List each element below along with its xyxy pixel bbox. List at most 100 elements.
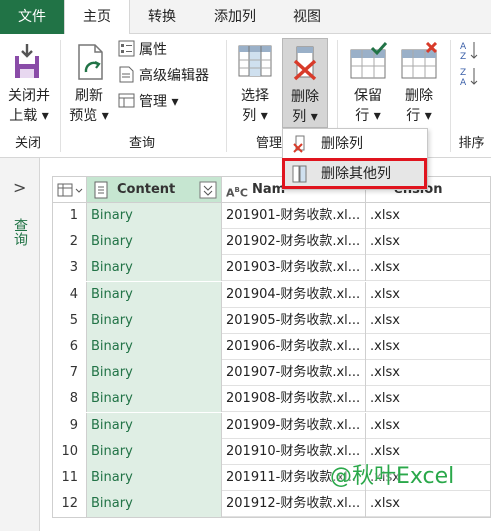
refresh-icon	[69, 42, 109, 82]
cell-name[interactable]: 201902-财务收款.xl...	[222, 229, 366, 256]
close-and-load-button[interactable]: 关闭并 上载 ▾	[2, 42, 56, 126]
group-label-query: 查询	[128, 136, 155, 151]
cell-name[interactable]: 201903-财务收款.xl...	[222, 255, 366, 282]
cell-content[interactable]: Binary	[87, 307, 222, 334]
close-load-icon	[9, 42, 49, 82]
row-number: 2	[53, 229, 87, 256]
tab-file[interactable]: 文件	[0, 0, 64, 34]
table-row[interactable]: 8 Binary 201908-财务收款.xl... .xlsx	[53, 386, 490, 413]
properties-button[interactable]: 属性	[118, 40, 167, 62]
close-load-label-1: 关闭并	[8, 88, 50, 104]
remove-columns-icon	[285, 43, 325, 83]
row-number: 3	[53, 255, 87, 282]
column-header-content[interactable]: Content	[87, 177, 222, 203]
keep-rows-label-2: 行 ▾	[355, 108, 381, 124]
menu-item-remove-columns[interactable]: 删除列	[285, 131, 425, 157]
table-row[interactable]: 3 Binary 201903-财务收款.xl... .xlsx	[53, 255, 490, 282]
cell-name[interactable]: 201907-财务收款.xl...	[222, 360, 366, 387]
cell-name[interactable]: 201909-财务收款.xl...	[222, 412, 366, 439]
queries-pane[interactable]: > 查询	[0, 158, 40, 531]
svg-text:A: A	[460, 42, 467, 52]
cell-name[interactable]: 201912-财务收款.xl...	[222, 491, 366, 518]
cell-extension[interactable]: .xlsx	[366, 491, 490, 517]
cell-extension[interactable]: .xlsx	[366, 229, 490, 255]
cell-extension[interactable]: .xlsx	[366, 203, 490, 229]
cell-content[interactable]: Binary	[87, 386, 222, 413]
choose-columns-icon	[235, 42, 275, 82]
sort-descending-button[interactable]: ZA	[460, 66, 484, 88]
choose-columns-button[interactable]: 选择 列 ▾	[230, 42, 280, 126]
remove-rows-button[interactable]: 删除 行 ▾	[394, 41, 444, 126]
cell-content[interactable]: Binary	[87, 491, 222, 518]
tab-home[interactable]: 主页	[64, 0, 130, 35]
table-menu-header[interactable]	[53, 177, 87, 203]
table-row[interactable]: 7 Binary 201907-财务收款.xl... .xlsx	[53, 360, 490, 387]
cell-extension[interactable]: .xlsx	[366, 334, 490, 360]
tab-transform[interactable]: 转换	[130, 0, 194, 34]
chevron-right-icon[interactable]: >	[13, 178, 26, 197]
cell-content[interactable]: Binary	[87, 465, 222, 491]
cell-name[interactable]: 201904-财务收款.xl...	[222, 281, 366, 308]
cell-name[interactable]: 201908-财务收款.xl...	[222, 386, 366, 413]
tab-add-column[interactable]: 添加列	[194, 0, 276, 34]
sort-ascending-icon: AZ	[460, 40, 478, 62]
cell-content[interactable]: Binary	[87, 203, 222, 229]
ribbon-tab-bar: 文件 主页 转换 添加列 视图	[0, 0, 491, 35]
row-number: 5	[53, 307, 87, 334]
cell-extension[interactable]: .xlsx	[366, 255, 490, 281]
table-row[interactable]: 9 Binary 201909-财务收款.xl... .xlsx	[53, 412, 490, 439]
remove-cols-label-1: 删除	[291, 89, 319, 105]
tab-view[interactable]: 视图	[276, 0, 338, 34]
cell-extension[interactable]: .xlsx	[366, 413, 490, 439]
keep-rows-label-1: 保留	[354, 88, 382, 104]
cell-name[interactable]: 201906-财务收款.xl...	[222, 334, 366, 360]
svg-text:Z: Z	[460, 52, 466, 60]
group-label-sort: 排序	[458, 136, 485, 151]
remove-rows-label-2: 行 ▾	[406, 108, 432, 124]
cell-name[interactable]: 201905-财务收款.xl...	[222, 307, 366, 334]
remove-columns-button[interactable]: 删除 列 ▾	[282, 38, 328, 128]
properties-label: 属性	[139, 42, 167, 58]
table-row[interactable]: 12 Binary 201912-财务收款.xl... .xlsx	[53, 491, 490, 518]
cell-content[interactable]: Binary	[87, 334, 222, 360]
cell-content[interactable]: Binary	[87, 438, 222, 465]
row-number: 12	[53, 491, 87, 518]
row-number: 1	[53, 203, 87, 229]
table-row[interactable]: 1 Binary 201901-财务收款.xl... .xlsx	[53, 203, 490, 229]
column-header-content-label: Content	[117, 182, 176, 197]
manage-button[interactable]: 管理 ▾	[118, 92, 178, 114]
cell-extension[interactable]: .xlsx	[366, 360, 490, 386]
sort-ascending-button[interactable]: AZ	[460, 40, 484, 62]
cell-extension[interactable]: .xlsx	[366, 308, 490, 334]
cell-extension[interactable]: .xlsx	[366, 282, 490, 308]
cell-content[interactable]: Binary	[87, 360, 222, 387]
table-row[interactable]: 6 Binary 201906-财务收款.xl... .xlsx	[53, 334, 490, 360]
table-row[interactable]: 2 Binary 201902-财务收款.xl... .xlsx	[53, 229, 490, 256]
row-number: 7	[53, 360, 87, 387]
row-number: 8	[53, 386, 87, 413]
table-icon	[57, 183, 83, 197]
row-number: 11	[53, 465, 87, 491]
remove-column-icon	[291, 135, 309, 153]
table-row[interactable]: 4 Binary 201904-财务收款.xl... .xlsx	[53, 281, 490, 308]
cell-content[interactable]: Binary	[87, 281, 222, 308]
table-row[interactable]: 5 Binary 201905-财务收款.xl... .xlsx	[53, 307, 490, 334]
menu-item-remove-columns-label: 删除列	[321, 136, 363, 152]
close-load-label-2: 上载 ▾	[9, 108, 49, 124]
advanced-editor-button[interactable]: 高级编辑器	[118, 66, 209, 88]
properties-icon	[118, 40, 135, 57]
keep-rows-button[interactable]: 保留 行 ▾	[342, 41, 394, 126]
advanced-editor-icon	[118, 66, 135, 83]
row-number: 6	[53, 334, 87, 360]
expand-column-icon[interactable]	[199, 181, 217, 199]
row-number: 10	[53, 438, 87, 465]
remove-rows-icon	[399, 41, 439, 82]
watermark: @秋叶Excel	[330, 464, 455, 489]
cell-content[interactable]: Binary	[87, 229, 222, 256]
refresh-preview-button[interactable]: 刷新 预览 ▾	[64, 42, 114, 126]
cell-name[interactable]: 201901-财务收款.xl...	[222, 203, 366, 229]
cell-content[interactable]: Binary	[87, 255, 222, 282]
refresh-label-1: 刷新	[75, 88, 103, 104]
cell-extension[interactable]: .xlsx	[366, 386, 490, 412]
cell-content[interactable]: Binary	[87, 412, 222, 439]
